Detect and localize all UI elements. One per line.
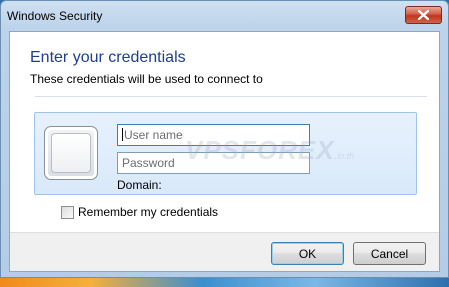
remember-credentials-option[interactable]: Remember my credentials: [61, 205, 218, 219]
password-placeholder: Password: [122, 156, 175, 170]
remember-checkbox[interactable]: [61, 205, 74, 219]
remember-label[interactable]: Remember my credentials: [78, 205, 218, 219]
domain-label: Domain:: [117, 178, 162, 192]
user-tile-frame: [51, 133, 91, 173]
close-icon: [418, 10, 429, 20]
ok-button[interactable]: OK: [271, 242, 344, 265]
password-input[interactable]: Password: [117, 152, 310, 174]
watermark-suffix: .in.th: [334, 151, 355, 161]
close-button[interactable]: [405, 6, 442, 24]
cancel-button[interactable]: Cancel: [353, 242, 426, 265]
username-placeholder: User name: [124, 128, 183, 142]
text-caret: [122, 128, 123, 141]
title-bar[interactable]: Windows Security: [1, 1, 448, 31]
window-title: Windows Security: [7, 9, 103, 23]
credential-tile-panel[interactable]: User name Password VPSFOREX.in.th Domain…: [34, 112, 417, 195]
separator: [35, 96, 427, 97]
dialog-subheading: These credentials will be used to connec…: [30, 72, 263, 86]
dialog-heading: Enter your credentials: [30, 49, 186, 66]
username-input[interactable]: User name: [117, 124, 310, 146]
windows-security-dialog: Windows Security Enter your credentials …: [0, 0, 449, 278]
dialog-content: Enter your credentials These credentials…: [9, 31, 440, 272]
button-bar: OK Cancel: [10, 232, 439, 271]
user-tile-icon: [44, 126, 98, 180]
